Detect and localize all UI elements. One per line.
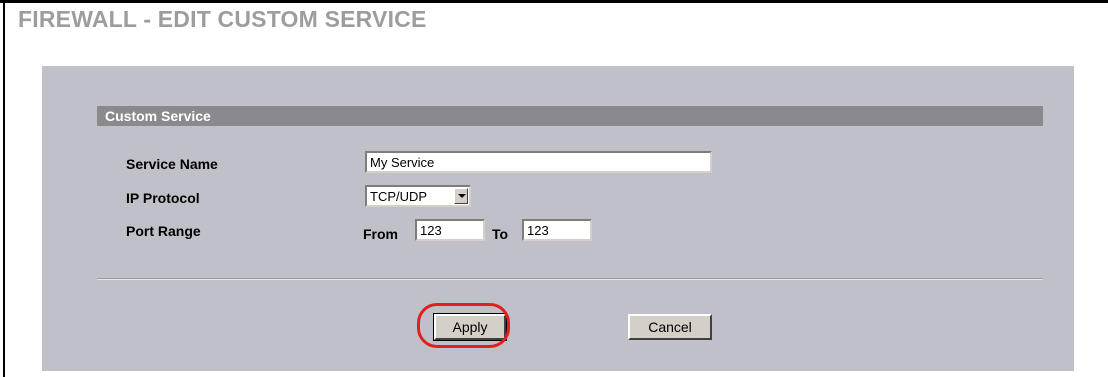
page-title: FIREWALL - EDIT CUSTOM SERVICE <box>18 6 427 32</box>
port-to-label: To <box>492 226 509 242</box>
apply-button[interactable]: Apply <box>433 313 507 341</box>
ip-protocol-selected-value: TCP/UDP <box>370 189 428 204</box>
divider <box>97 278 1043 280</box>
service-name-label: Service Name <box>126 156 218 172</box>
section-title: Custom Service <box>105 108 211 124</box>
port-to-input[interactable] <box>522 219 592 241</box>
port-range-label: Port Range <box>126 223 201 239</box>
section-header: Custom Service <box>97 106 1043 126</box>
ip-protocol-label: IP Protocol <box>126 190 200 206</box>
frame-left-border <box>3 0 5 377</box>
port-from-label: From <box>363 226 398 242</box>
form-panel: Custom Service Service Name IP Protocol … <box>42 66 1074 371</box>
chevron-down-icon[interactable] <box>454 188 468 204</box>
ip-protocol-select[interactable]: TCP/UDP <box>365 185 471 207</box>
service-name-input[interactable] <box>365 151 712 173</box>
cancel-button[interactable]: Cancel <box>628 314 712 340</box>
frame-top-border <box>0 0 1108 3</box>
port-from-input[interactable] <box>415 219 485 241</box>
